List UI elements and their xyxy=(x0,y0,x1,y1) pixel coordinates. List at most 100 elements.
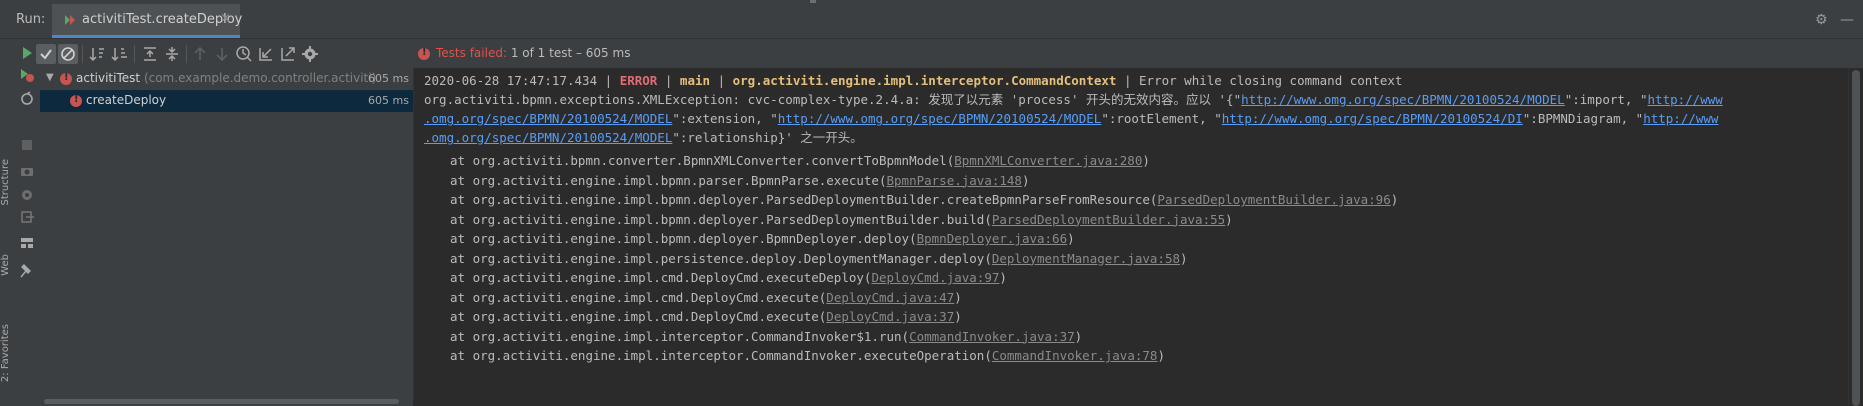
expand-all-icon[interactable] xyxy=(140,44,160,64)
source-link[interactable]: DeployCmd.java:47 xyxy=(826,290,954,305)
exception-text: ":import, " xyxy=(1564,92,1648,107)
url-link[interactable]: http://www.omg.org/spec/BPMN/20100524/MO… xyxy=(778,111,1102,126)
url-link[interactable]: http://www.omg.org/spec/BPMN/20100524/MO… xyxy=(1241,92,1565,107)
url-link[interactable]: http://www xyxy=(1648,92,1723,107)
exception-line: .omg.org/spec/BPMN/20100524/MODEL":relat… xyxy=(424,129,863,147)
source-link[interactable]: CommandInvoker.java:78 xyxy=(992,348,1158,363)
expand-arrow-icon[interactable]: ▼ xyxy=(46,72,54,83)
collapse-all-icon[interactable] xyxy=(162,44,182,64)
rerun-icon[interactable] xyxy=(19,45,35,61)
source-link[interactable]: DeploymentManager.java:58 xyxy=(992,251,1180,266)
minimize-icon[interactable]: — xyxy=(1840,12,1854,28)
test-run-icon xyxy=(65,15,75,25)
error-icon xyxy=(418,47,430,60)
stack-frame-method: at org.activiti.engine.impl.interceptor.… xyxy=(450,348,992,363)
log-line: 2020-06-28 17:47:17.434 | ERROR | main |… xyxy=(424,72,1402,90)
log-message: Error while closing command context xyxy=(1139,73,1403,88)
test-method-duration: 605 ms xyxy=(368,94,409,107)
stack-frame-end: ) xyxy=(1074,328,1083,344)
log-separator: | xyxy=(1123,73,1132,88)
stack-frame: at org.activiti.engine.impl.bpmn.deploye… xyxy=(450,191,1398,209)
sort-alpha-icon[interactable] xyxy=(88,44,108,64)
show-passed-icon[interactable] xyxy=(36,44,56,64)
stack-frame-end: ) xyxy=(1180,250,1188,266)
stack-frame: at org.activiti.engine.impl.bpmn.deploye… xyxy=(450,230,1075,248)
exception-line: .omg.org/spec/BPMN/20100524/MODEL":exten… xyxy=(424,110,1718,128)
pin-icon[interactable] xyxy=(19,263,35,279)
source-link[interactable]: CommandInvoker.java:37 xyxy=(909,329,1075,344)
show-ignored-icon[interactable] xyxy=(58,44,78,64)
console-output[interactable]: 2020-06-28 17:47:17.434 | ERROR | main |… xyxy=(414,68,1848,406)
stack-frame: at org.activiti.bpmn.converter.BpmnXMLCo… xyxy=(450,152,1150,170)
tree-node-activititest[interactable]: ▼ activitiTest (com.example.demo.control… xyxy=(40,68,413,90)
previous-failed-icon[interactable] xyxy=(190,44,210,64)
test-method-name: createDeploy xyxy=(86,93,167,107)
url-link[interactable]: http://www.omg.org/spec/BPMN/20100524/DI xyxy=(1222,111,1523,126)
gear-icon[interactable] xyxy=(19,187,35,203)
stack-frame: at org.activiti.engine.impl.bpmn.deploye… xyxy=(450,211,1233,229)
rerun-failed-icon[interactable] xyxy=(19,67,35,83)
export-tests-icon[interactable] xyxy=(278,44,298,64)
scrollbar-thumb[interactable] xyxy=(1852,70,1860,406)
tree-horizontal-scrollbar[interactable] xyxy=(40,398,413,406)
structure-tool-tab[interactable]: Structure xyxy=(0,159,11,206)
stack-frame-method: at org.activiti.engine.impl.cmd.DeployCm… xyxy=(450,270,872,285)
settings-icon[interactable] xyxy=(300,44,320,64)
toggle-auto-test-icon[interactable] xyxy=(19,91,35,107)
left-tool-strip: Structure Web 2: Favorites xyxy=(0,39,15,406)
url-link[interactable]: .omg.org/spec/BPMN/20100524/MODEL xyxy=(424,111,672,126)
log-thread: main xyxy=(679,73,711,88)
stack-frame-method: at org.activiti.engine.impl.persistence.… xyxy=(450,250,992,266)
exception-text: ":rootElement, " xyxy=(1101,111,1222,126)
log-prefix: 2020-06-28 17:47:17.434 | xyxy=(424,73,613,88)
url-link[interactable]: http://www xyxy=(1643,111,1718,126)
log-level: ERROR xyxy=(619,73,658,88)
source-link[interactable]: ParsedDeploymentBuilder.java:55 xyxy=(992,212,1225,227)
stack-frame: at org.activiti.engine.impl.interceptor.… xyxy=(450,328,1082,346)
drag-handle[interactable] xyxy=(810,0,816,3)
url-link[interactable]: .omg.org/spec/BPMN/20100524/MODEL xyxy=(424,130,672,145)
test-class-package: (com.example.demo.controller.activiti) xyxy=(143,71,377,85)
web-tool-tab[interactable]: Web xyxy=(0,254,11,276)
stack-frame-end: ) xyxy=(1225,211,1233,227)
stack-frame: at org.activiti.engine.impl.cmd.DeployCm… xyxy=(450,269,1007,287)
tree-node-createdeploy[interactable]: createDeploy 605 ms xyxy=(40,90,413,112)
log-logger: org.activiti.engine.impl.interceptor.Com… xyxy=(732,73,1117,88)
source-link[interactable]: DeployCmd.java:37 xyxy=(826,309,954,324)
source-link[interactable]: BpmnDeployer.java:66 xyxy=(917,231,1068,246)
exception-text: ":relationship}' 之一开头。 xyxy=(672,130,863,145)
stack-frame-end: ) xyxy=(1157,348,1165,363)
console-vertical-scrollbar[interactable] xyxy=(1848,68,1863,406)
sort-duration-icon[interactable] xyxy=(110,44,130,64)
scrollbar-thumb[interactable] xyxy=(44,399,399,404)
camera-icon[interactable] xyxy=(19,163,35,179)
test-history-icon[interactable] xyxy=(234,44,254,64)
exit-icon[interactable] xyxy=(19,209,35,225)
stack-frame: at org.activiti.engine.impl.cmd.DeployCm… xyxy=(450,308,962,326)
stack-frame-end: ) xyxy=(954,289,962,305)
source-link[interactable]: BpmnParse.java:148 xyxy=(887,173,1022,188)
stop-icon[interactable] xyxy=(19,137,35,153)
test-class-name: activitiTest (com.example.demo.controlle… xyxy=(76,71,376,85)
import-tests-icon[interactable] xyxy=(256,44,276,64)
source-link[interactable]: BpmnXMLConverter.java:280 xyxy=(954,153,1142,168)
stack-frame-method: at org.activiti.engine.impl.cmd.DeployCm… xyxy=(450,289,827,305)
run-label: Run: xyxy=(16,12,46,27)
stack-frame: at org.activiti.engine.impl.bpmn.parser.… xyxy=(450,172,1030,190)
run-tab[interactable]: activitiTest.createDeploy × xyxy=(52,4,242,38)
next-failed-icon[interactable] xyxy=(212,44,232,64)
stack-frame-method: at org.activiti.bpmn.converter.BpmnXMLCo… xyxy=(450,153,955,168)
error-icon xyxy=(70,94,82,107)
stack-frame-end: ) xyxy=(1067,231,1075,246)
stack-frame: at org.activiti.engine.impl.cmd.DeployCm… xyxy=(450,289,962,307)
settings-icon[interactable]: ⚙ xyxy=(1815,12,1828,28)
source-link[interactable]: DeployCmd.java:97 xyxy=(871,270,999,285)
stack-frame-method: at org.activiti.engine.impl.bpmn.deploye… xyxy=(450,231,917,246)
exception-text: ":BPMNDiagram, " xyxy=(1522,111,1644,126)
favorites-tool-tab[interactable]: 2: Favorites xyxy=(0,324,11,382)
layout-icon[interactable] xyxy=(19,235,35,251)
stack-frame-end: ) xyxy=(954,309,962,324)
close-tab-icon[interactable]: × xyxy=(220,11,231,26)
source-link[interactable]: ParsedDeploymentBuilder.java:96 xyxy=(1157,192,1390,207)
stack-frame-end: ) xyxy=(1142,153,1150,168)
